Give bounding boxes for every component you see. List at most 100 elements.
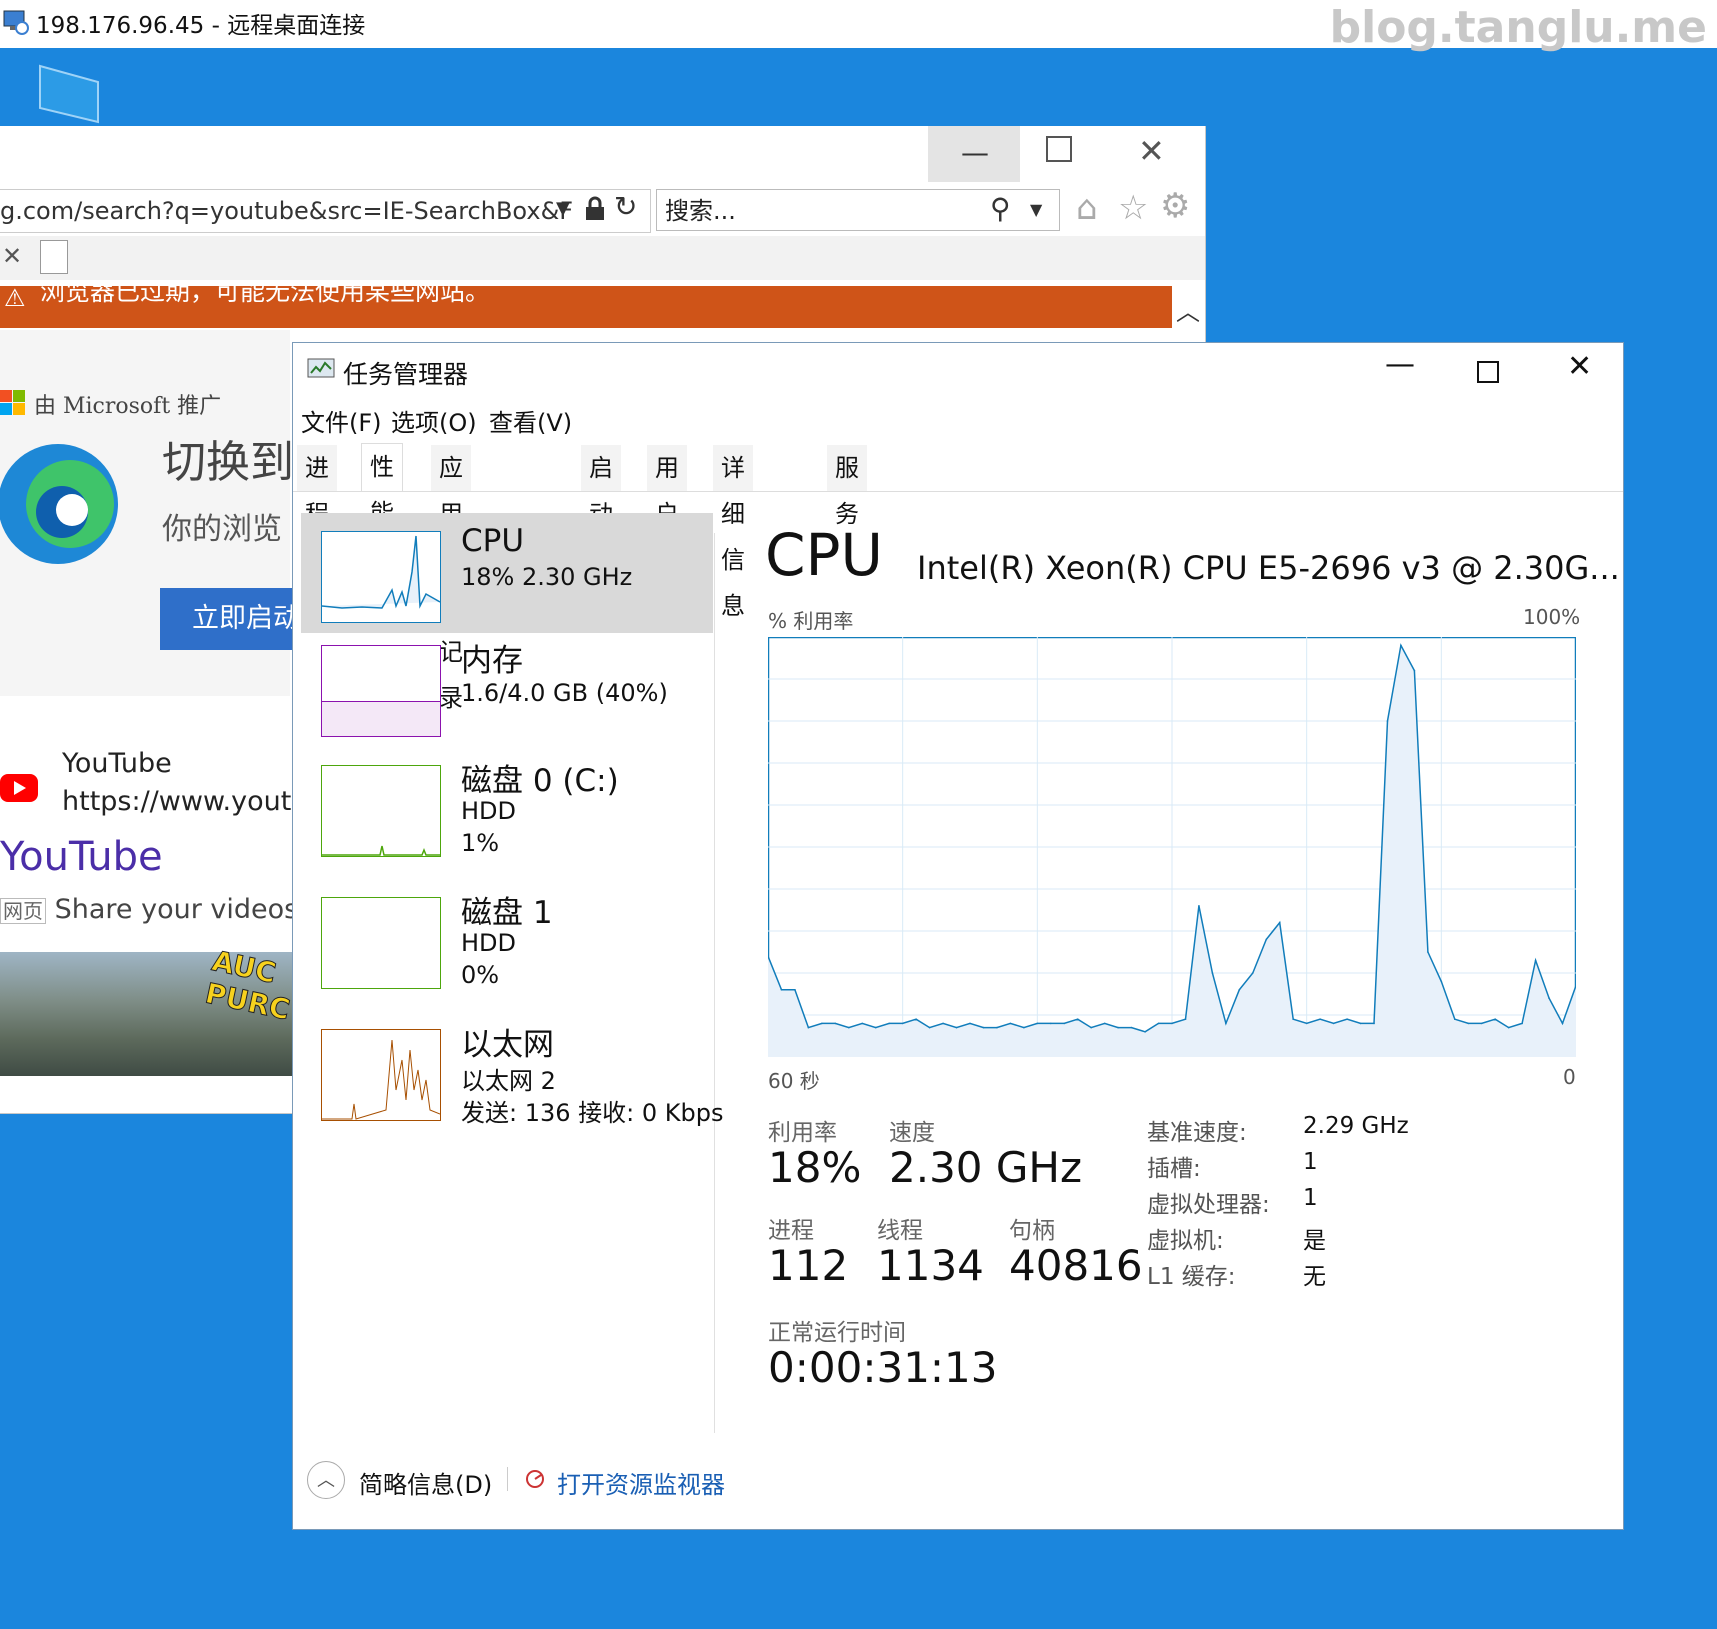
- cpu-data-point: [1521, 1022, 1523, 1025]
- fewer-details-link[interactable]: 简略信息(D): [359, 1465, 492, 1500]
- rdp-window-title: 198.176.96.45 - 远程桌面连接: [36, 13, 366, 39]
- refresh-icon[interactable]: ↻: [614, 190, 637, 223]
- util-label: 利用率: [768, 1120, 837, 1146]
- cpu-data-point: [915, 1018, 917, 1020]
- result-snippet: 网页 Share your videos w: [0, 894, 329, 925]
- menu-options[interactable]: 选项(O): [391, 403, 477, 438]
- cpu-data-point: [996, 1026, 998, 1029]
- close-button[interactable]: ✕: [1567, 349, 1592, 384]
- cpu-data-point: [834, 1022, 837, 1025]
- minimize-icon: —: [961, 136, 989, 169]
- uptime-label: 正常运行时间: [768, 1320, 906, 1346]
- tab-users[interactable]: 用户: [647, 445, 688, 528]
- browser-close-button[interactable]: ✕: [1138, 132, 1165, 170]
- switch-headline: 切换到: [162, 437, 294, 488]
- tab-app-history[interactable]: 应用历史记录: [431, 445, 472, 712]
- cpu-data-point: [1440, 980, 1443, 983]
- close-tab-icon[interactable]: ✕: [2, 242, 22, 270]
- lock-icon: [586, 196, 604, 220]
- cpu-data-point: [1009, 1022, 1012, 1025]
- cpu-data-point: [1063, 1022, 1066, 1025]
- disk0-mini-graph: [321, 765, 441, 857]
- search-icon[interactable]: ⚲: [990, 192, 1011, 225]
- settings-gear-icon[interactable]: ⚙: [1160, 186, 1190, 226]
- cpu-data-point: [1332, 1022, 1335, 1025]
- collapse-details-button[interactable]: ︿: [307, 1461, 345, 1499]
- spec-key: 基准速度:: [1147, 1120, 1247, 1146]
- side-name: 内存: [461, 643, 523, 679]
- result-title-link[interactable]: YouTube: [0, 834, 163, 880]
- tab-processes[interactable]: 进程: [297, 445, 338, 528]
- cpu-data-point: [1373, 1022, 1375, 1025]
- dropdown-arrow-icon[interactable]: ▼: [556, 198, 570, 219]
- cpu-data-point: [1507, 1026, 1510, 1029]
- spec-key: L1 缓存:: [1147, 1264, 1236, 1290]
- side-item-disk1[interactable]: 磁盘 1 HDD 0%: [301, 885, 713, 997]
- cpu-data-point: [821, 1022, 823, 1025]
- cpu-data-point: [1050, 1022, 1052, 1025]
- cpu-data-point: [1076, 1018, 1079, 1020]
- side-sub: 发送: 136 接收: 0 Kbps: [461, 1099, 724, 1127]
- search-dropdown-icon[interactable]: ▼: [1030, 200, 1042, 219]
- remote-desktop-icon: [3, 10, 29, 35]
- microsoft-logo-icon: [0, 390, 26, 416]
- tab-startup[interactable]: 启动: [581, 445, 622, 528]
- side-sub: 以太网 2: [461, 1067, 556, 1095]
- cpu-data-point: [1480, 1022, 1483, 1025]
- cpu-data-point: [1144, 1031, 1146, 1033]
- tab-details[interactable]: 详细信息: [713, 445, 754, 620]
- cpu-data-point: [942, 1022, 944, 1025]
- x-axis-left-label: 60 秒: [768, 1069, 820, 1093]
- side-item-disk0[interactable]: 磁盘 0 (C:) HDD 1%: [301, 753, 713, 865]
- cpu-data-point: [874, 1026, 877, 1029]
- process-value: 112: [768, 1241, 849, 1290]
- cpu-data-point: [1225, 1022, 1227, 1025]
- new-tab-icon[interactable]: [40, 240, 68, 274]
- result-tag: 网页: [0, 898, 46, 924]
- task-manager-icon: [307, 358, 335, 378]
- desktop-computer-icon[interactable]: [36, 62, 106, 124]
- youtube-logo-icon: [0, 774, 38, 802]
- menu-view[interactable]: 查看(V): [489, 403, 572, 438]
- tab-performance[interactable]: 性能: [361, 443, 403, 527]
- cpu-data-point: [1400, 644, 1402, 647]
- cpu-data-point: [807, 1026, 810, 1029]
- maximize-button[interactable]: [1477, 361, 1499, 383]
- spec-value: 1: [1303, 1185, 1318, 1211]
- result-url[interactable]: https://www.youtub: [62, 786, 326, 817]
- spec-value: 2.29 GHz: [1303, 1113, 1409, 1139]
- edge-logo-icon: [0, 444, 118, 564]
- address-bar[interactable]: g.com/search?q=youtube&src=IE-SearchBox&…: [0, 189, 651, 233]
- cpu-utilization-chart: [768, 637, 1576, 1057]
- video-thumbnail[interactable]: AUC PURC: [0, 944, 300, 1076]
- home-icon[interactable]: ⌂: [1076, 188, 1098, 228]
- process-label: 进程: [768, 1218, 814, 1244]
- panel-divider: [714, 533, 715, 1433]
- result-site-name: YouTube: [62, 748, 172, 779]
- browser-maximize-button[interactable]: [1046, 136, 1072, 162]
- uptime-value: 0:00:31:13: [768, 1343, 998, 1392]
- minimize-button[interactable]: —: [1385, 347, 1415, 382]
- tab-services[interactable]: 服务: [827, 445, 868, 528]
- collapse-chevron-icon[interactable]: ︿: [1176, 292, 1200, 327]
- cpu-data-point: [1359, 1022, 1362, 1025]
- cpu-data-point: [1494, 1018, 1496, 1020]
- menu-file[interactable]: 文件(F): [301, 403, 382, 438]
- browser-minimize-button[interactable]: —: [928, 126, 1020, 182]
- cpu-data-point: [1386, 720, 1389, 722]
- side-item-memory[interactable]: 内存 1.6/4.0 GB (40%): [301, 635, 713, 737]
- switch-subtext: 你的浏览: [162, 512, 282, 547]
- cpu-data-point: [1561, 1022, 1564, 1025]
- cpu-data-point: [794, 989, 796, 991]
- side-name: 以太网: [461, 1027, 554, 1063]
- favorites-star-icon[interactable]: ☆: [1118, 188, 1148, 228]
- side-item-cpu[interactable]: CPU 18% 2.30 GHz: [301, 513, 713, 633]
- outdated-browser-warning: ⚠ 浏览器已过期，可能无法使用某些网站。: [0, 286, 1172, 328]
- side-item-ethernet[interactable]: 以太网 以太网 2 发送: 136 接收: 0 Kbps: [301, 1017, 723, 1129]
- spec-key: 插槽:: [1147, 1156, 1201, 1182]
- open-resource-monitor-link[interactable]: 打开资源监视器: [557, 1465, 725, 1500]
- side-sub: 0%: [461, 961, 500, 989]
- disk1-mini-graph: [321, 897, 441, 989]
- handle-value: 40816: [1009, 1241, 1143, 1290]
- chevron-up-icon: ︿: [317, 1470, 335, 1491]
